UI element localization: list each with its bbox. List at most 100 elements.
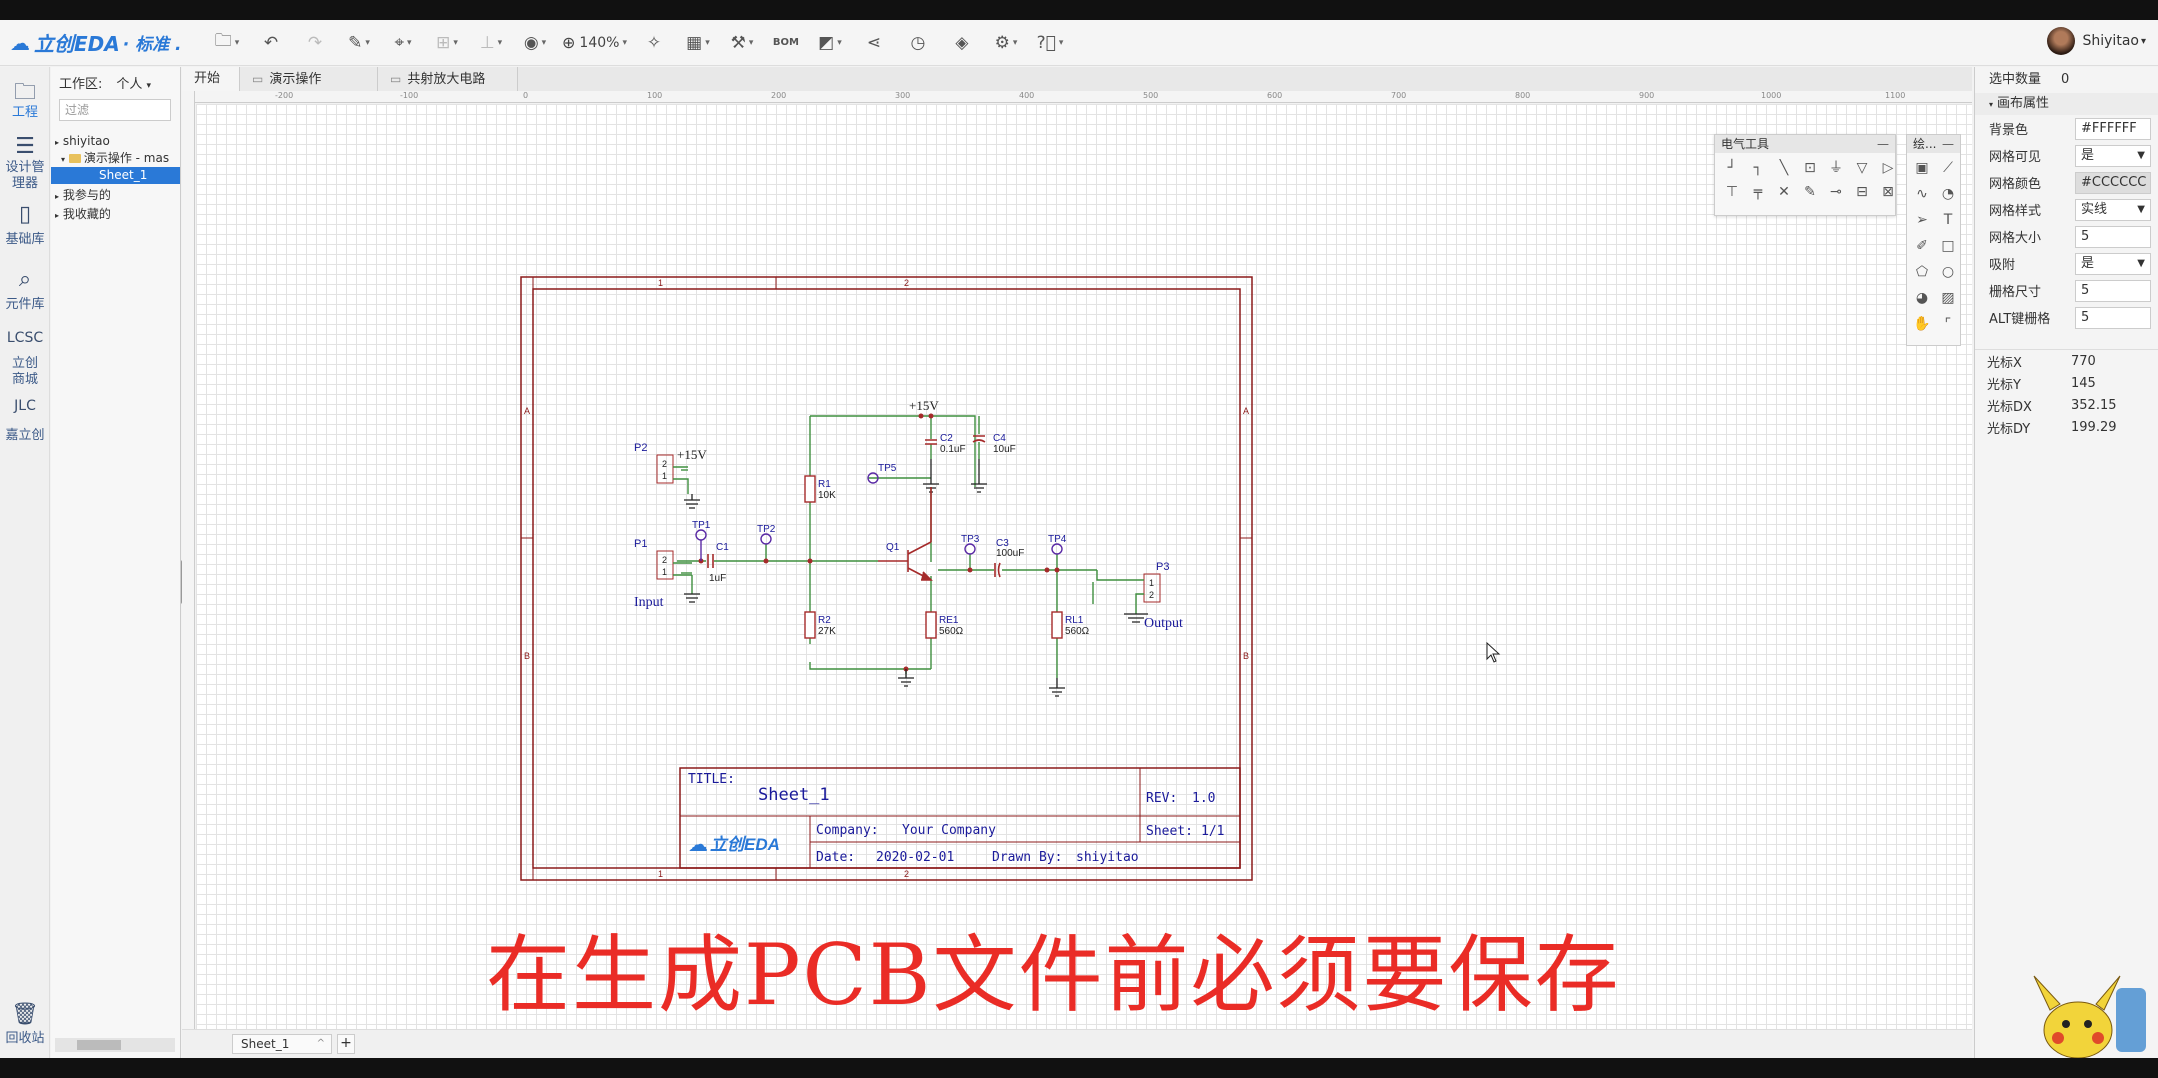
- background-color-input[interactable]: #FFFFFF: [2075, 117, 2151, 140]
- no-connect-icon[interactable]: ✕: [1773, 181, 1795, 203]
- tab-demo[interactable]: ▭ 演示操作: [240, 67, 378, 91]
- rail-label: 工程: [11, 105, 38, 120]
- recycle-bin[interactable]: 🗑 回收站: [0, 1002, 50, 1046]
- p1-pin1: 1: [662, 567, 667, 577]
- rail-item-basic-library[interactable]: ▯ 基础库: [0, 192, 50, 247]
- user-menu[interactable]: Shiyitao ▾: [2046, 27, 2146, 55]
- selected-count: 选中数量 0: [1975, 67, 2158, 93]
- rail-item-jlc[interactable]: JLC 嘉立创: [0, 388, 50, 443]
- grid-style-select[interactable]: 实线 ▼: [2075, 198, 2151, 221]
- file-menu-button[interactable]: 🗀 ▾: [210, 27, 244, 59]
- group-icon[interactable]: ⊠: [1877, 181, 1899, 203]
- snap-size-input[interactable]: 5: [2075, 279, 2151, 302]
- dimension-icon[interactable]: ⊟: [1851, 181, 1873, 203]
- picture-tool-icon[interactable]: ▨: [1937, 287, 1959, 309]
- workspace-select[interactable]: 个人 ▾: [116, 73, 151, 92]
- polygon-tool-icon[interactable]: ⬠: [1911, 261, 1933, 283]
- connector-p1[interactable]: P1 2 1 Input: [634, 538, 674, 610]
- zoom-button[interactable]: ⊕ 140% ▾: [562, 27, 627, 59]
- settings-button[interactable]: ⚙ ▾: [989, 27, 1023, 59]
- text-tool-icon[interactable]: T: [1937, 209, 1959, 231]
- share-icon: ⋖: [866, 32, 882, 53]
- tree-project[interactable]: ▾ 演示操作 - mas: [51, 150, 180, 167]
- filter-input[interactable]: 过滤: [59, 99, 171, 121]
- hand-tool-icon[interactable]: ✋: [1911, 313, 1933, 335]
- electric-tools-header[interactable]: 电气工具 —: [1715, 135, 1895, 153]
- image-tool-icon[interactable]: ▣: [1911, 157, 1933, 179]
- bus-entry-icon[interactable]: ╲: [1773, 157, 1795, 179]
- rail-label: 嘉立创: [5, 428, 45, 443]
- tree-favorites[interactable]: ▸ 我收藏的: [51, 206, 180, 223]
- pie-tool-icon[interactable]: ◕: [1911, 287, 1933, 309]
- net-flag-vcc-icon[interactable]: ▽: [1851, 157, 1873, 179]
- view-menu-button[interactable]: ◉ ▾: [518, 27, 552, 59]
- theme-button[interactable]: ◩ ▾: [813, 27, 847, 59]
- distribute-button[interactable]: ⊥ ▾: [474, 27, 508, 59]
- alt-snap-input[interactable]: 5: [2075, 306, 2151, 329]
- origin-tool-icon[interactable]: ⌜: [1937, 313, 1959, 335]
- tp4-ref: TP4: [1048, 534, 1067, 545]
- net-flag-gnd-icon[interactable]: ⏚: [1825, 157, 1847, 179]
- panel-scrollbar[interactable]: [55, 1038, 175, 1052]
- voltage-probe-icon[interactable]: ⊤: [1721, 181, 1743, 203]
- convert-button[interactable]: ▦ ▾: [681, 27, 715, 59]
- mascot-watermark: [2020, 958, 2150, 1058]
- rail-item-project[interactable]: 🗀 工程: [0, 67, 50, 120]
- bus-tool-icon[interactable]: ┐: [1747, 157, 1769, 179]
- share-button[interactable]: ⋖: [857, 27, 891, 59]
- rail-item-lcsc[interactable]: LCSC 立创商城: [0, 312, 50, 388]
- connector-p3[interactable]: P3 1 2 Output: [1143, 561, 1183, 631]
- minimize-icon[interactable]: —: [1942, 135, 1954, 153]
- rail-item-design-manager[interactable]: ☰ 设计管理器: [0, 120, 50, 192]
- polyline-tool-icon[interactable]: ⟋: [1937, 157, 1959, 179]
- probe-icon[interactable]: ⊸: [1825, 181, 1847, 203]
- rail-item-component-library[interactable]: ⌕ 元件库: [0, 247, 50, 312]
- prop-key: 网格大小: [1989, 231, 2042, 246]
- history-button[interactable]: ◷: [901, 27, 935, 59]
- net-port-icon[interactable]: ▷: [1877, 157, 1899, 179]
- edit-menu-button[interactable]: ✎ ▾: [342, 27, 376, 59]
- minimize-icon[interactable]: —: [1877, 135, 1889, 153]
- net-label-icon[interactable]: ⊡: [1799, 157, 1821, 179]
- grid-color-input[interactable]: #CCCCCC: [2075, 171, 2151, 194]
- add-sheet-button[interactable]: +: [337, 1034, 355, 1054]
- sheet-tab[interactable]: Sheet_1 ^: [232, 1034, 332, 1054]
- rectangle-tool-icon[interactable]: □: [1937, 235, 1959, 257]
- help-button[interactable]: ?⃝ ▾: [1033, 27, 1067, 59]
- tree-participated[interactable]: ▸ 我参与的: [51, 187, 180, 204]
- undo-button[interactable]: ↶: [254, 27, 288, 59]
- wire-tool-icon[interactable]: ┘: [1721, 157, 1743, 179]
- drawing-tools-header[interactable]: 绘... —: [1907, 135, 1960, 153]
- redo-button[interactable]: ↷: [298, 27, 332, 59]
- connector-p2[interactable]: P2 2 1: [634, 442, 674, 484]
- bezier-tool-icon[interactable]: ∿: [1911, 183, 1933, 205]
- transistor-q1[interactable]: [878, 487, 933, 581]
- align-button[interactable]: ⊞ ▾: [430, 27, 464, 59]
- capacitors[interactable]: [707, 435, 1001, 578]
- design-check-button[interactable]: ✧: [637, 27, 671, 59]
- tools-button[interactable]: ⚒ ▾: [725, 27, 759, 59]
- grid-size-input[interactable]: 5: [2075, 225, 2151, 248]
- cursor-dx-row: 光标DX 352.15: [1975, 394, 2158, 416]
- place-menu-button[interactable]: ⌖ ▾: [386, 27, 420, 59]
- canvas-properties-title[interactable]: ▾ 画布属性: [1975, 93, 2158, 115]
- grid-visible-select[interactable]: 是 ▼: [2075, 144, 2151, 167]
- history-icon: ◷: [910, 32, 926, 53]
- pen-icon[interactable]: ✎: [1799, 181, 1821, 203]
- tree-sheet[interactable]: Sheet_1: [51, 167, 180, 184]
- arrow-tool-icon[interactable]: ➢: [1911, 209, 1933, 231]
- app-logo[interactable]: ☁ 立创EDA · 标准 .: [0, 28, 205, 57]
- schematic-canvas[interactable]: 1 2 1 2 A B A B TITLE: Sheet_1 REV: 1.0 …: [196, 104, 1972, 1029]
- layers-button[interactable]: ◈: [945, 27, 979, 59]
- freehand-tool-icon[interactable]: ✐: [1911, 235, 1933, 257]
- tree-user[interactable]: ▸ shiyitao: [51, 133, 180, 150]
- bom-button[interactable]: BOM: [769, 27, 803, 59]
- snap-select[interactable]: 是 ▼: [2075, 252, 2151, 275]
- pin-icon[interactable]: ╤: [1747, 181, 1769, 203]
- tab-start[interactable]: 开始: [182, 67, 240, 91]
- tab-common-emitter[interactable]: ▭ 共射放大电路: [378, 67, 518, 91]
- circle-tool-icon[interactable]: ○: [1937, 261, 1959, 283]
- electric-tools-grid: ┘ ┐ ╲ ⊡ ⏚ ▽ ▷ ⊤ ╤ ✕ ✎ ⊸ ⊟ ⊠: [1715, 153, 1895, 207]
- arc-tool-icon[interactable]: ◔: [1937, 183, 1959, 205]
- scroll-thumb[interactable]: [77, 1040, 121, 1050]
